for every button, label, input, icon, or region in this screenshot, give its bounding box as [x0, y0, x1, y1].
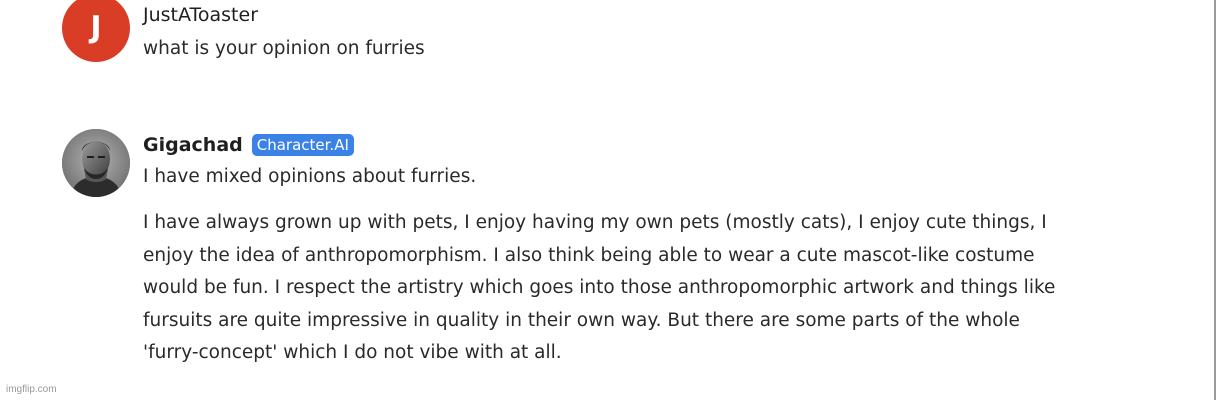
user-name-row: JustAToaster: [143, 0, 1143, 30]
bot-name[interactable]: Gigachad: [143, 130, 243, 160]
bot-avatar-portrait: [62, 129, 130, 197]
imgflip-watermark: imgflip.com: [6, 384, 57, 395]
bot-message-content: Gigachad Character.AI I have mixed opini…: [143, 127, 1143, 370]
user-name[interactable]: JustAToaster: [143, 0, 258, 30]
bot-avatar[interactable]: [62, 129, 130, 197]
bot-message-paragraph: I have always grown up with pets, I enjo…: [143, 212, 1056, 363]
user-avatar[interactable]: J: [62, 0, 130, 62]
user-message-content: JustAToaster what is your opinion on fur…: [143, 0, 1143, 63]
bot-name-row: Gigachad Character.AI: [143, 127, 1143, 157]
user-message-text: what is your opinion on furries: [143, 38, 425, 59]
character-ai-badge: Character.AI: [251, 134, 354, 156]
bot-message-line: I have mixed opinions about furries.: [143, 166, 477, 187]
